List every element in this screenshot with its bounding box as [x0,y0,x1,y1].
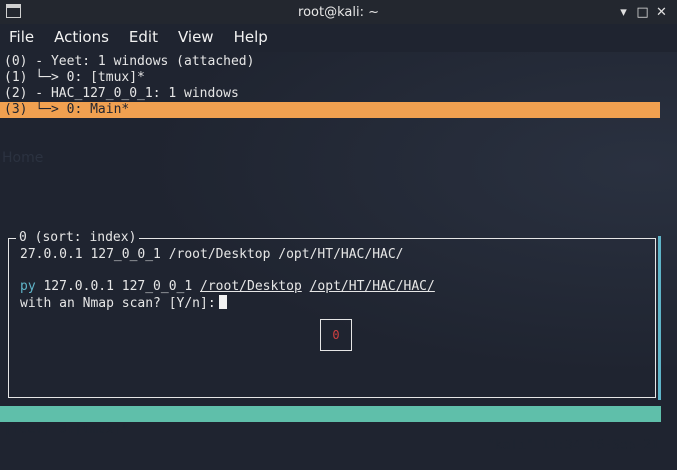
preview-pane-title: 0 (sort: index) [16,230,140,246]
text-cursor [218,295,227,309]
prompt-text: with an Nmap scan? [Y/n]: [20,296,216,311]
session-tree-item[interactable]: (0) - Yeet: 1 windows (attached) [4,54,254,70]
window-title: root@kali: ~ [298,4,379,20]
session-tree-item[interactable]: (1) └─> 0: [tmux]* [4,70,145,86]
menu-actions[interactable]: Actions [44,28,119,46]
session-tree-item-selected[interactable]: (3) └─> 0: Main* [0,102,660,118]
menu-view[interactable]: View [168,28,224,46]
status-left: [Yeet] 0:[tmux]* [4,422,130,437]
pane-command-line: py 127.0.0.1 127_0_0_1 /root/Desktop /op… [20,279,435,295]
desktop-home-label: Home [2,150,44,166]
tmux-status-bar: [Yeet] 0:[tmux]* "kali" 11:34 16-Sep-21 [0,406,661,453]
command-prefix: py [20,279,36,294]
maximize-icon[interactable]: □ [633,3,652,21]
menu-file[interactable]: File [0,28,44,46]
close-icon[interactable]: ✕ [652,3,671,21]
menu-edit[interactable]: Edit [119,28,168,46]
scrollbar[interactable] [658,236,661,400]
terminal-area[interactable]: Home (0) - Yeet: 1 windows (attached) (1… [0,52,677,453]
terminal-icon[interactable] [6,4,21,18]
status-right: "kali" 11:34 16-Sep-21 [486,438,659,453]
command-args: 127.0.0.1 127_0_0_1 [35,279,201,294]
menu-help[interactable]: Help [224,28,278,46]
window-titlebar: root@kali: ~ ▾ □ ✕ [0,0,677,24]
menu-bar: File Actions Edit View Help [0,24,677,50]
preview-pane: 0 (sort: index) 27.0.0.1 127_0_0_1 /root… [8,230,656,398]
prompt-line: with an Nmap scan? [Y/n]: [20,295,227,312]
path-link[interactable]: /root/Desktop [200,279,302,294]
pane-line: 27.0.0.1 127_0_0_1 /root/Desktop /opt/HT… [20,247,404,262]
minimize-icon[interactable]: ▾ [614,3,633,21]
window-controls: ▾ □ ✕ [614,3,671,21]
session-tree-item[interactable]: (2) - HAC_127_0_0_1: 1 windows [4,86,239,102]
path-link[interactable]: /opt/HT/HAC/HAC/ [310,279,435,294]
pane-number-indicator: 0 [320,319,352,351]
